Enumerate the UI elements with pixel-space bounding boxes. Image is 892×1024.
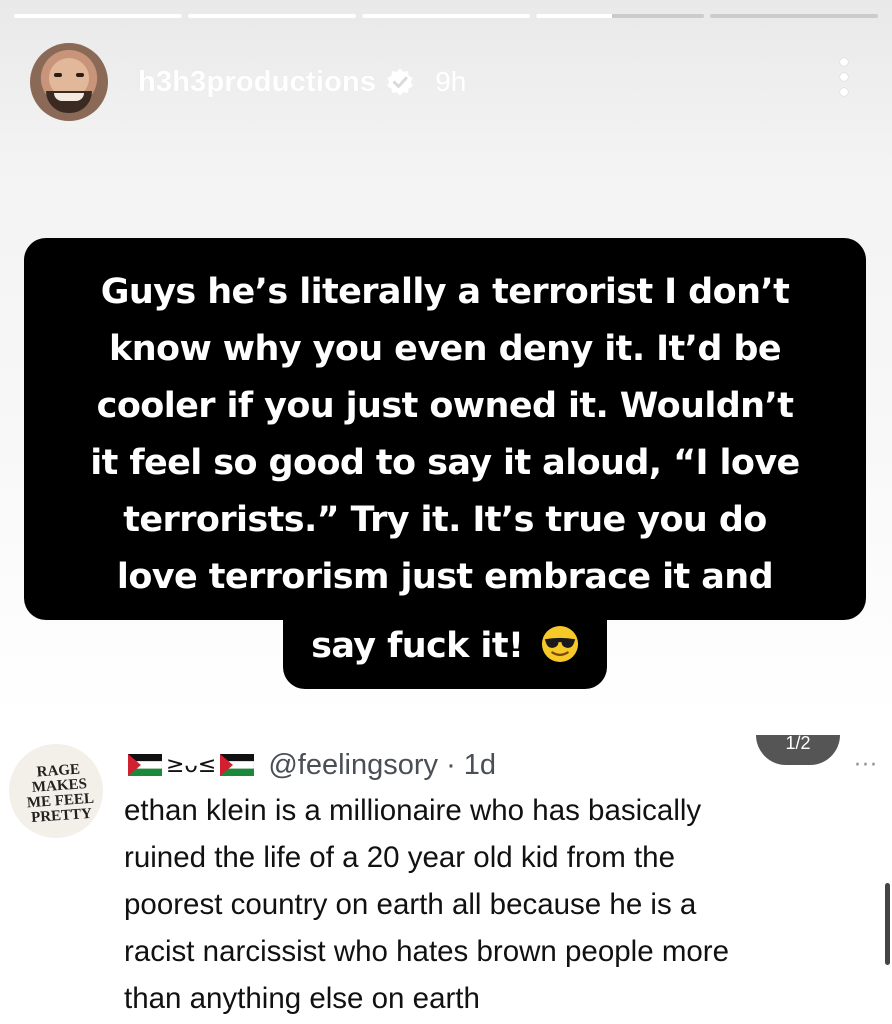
caption-line: it feel so good to say it aloud, “I love [90,443,800,483]
progress-segment [188,14,356,18]
avatar-shirt-text: RAGE MAKES ME FEEL PRETTY [26,761,95,827]
story-caption: Guys he’s literally a terrorist I don’t … [24,238,866,689]
tweet-line: poorest country on earth all because he … [124,888,697,921]
progress-segment [710,14,878,18]
caption-line: terrorists.” Try it. It’s true you do [123,500,767,540]
progress-segment-current [536,14,704,18]
quoted-tweet[interactable]: RAGE MAKES ME FEEL PRETTY ≥ᴗ≤ @feelingso… [0,734,892,1024]
tweet-avatar[interactable]: RAGE MAKES ME FEEL PRETTY [9,744,103,838]
story-header: h3h3productions 9h [30,38,852,126]
more-vertical-icon[interactable] [836,58,852,106]
media-pager-badge: 1/2 [756,734,840,765]
verified-badge-icon [387,68,413,96]
caption-last-line: say fuck it! [283,618,607,689]
tweet-line: than anything else on earth [124,982,480,1015]
caption-line: know why you even deny it. It’d be [109,329,782,369]
sunglasses-emoji-icon [541,625,578,663]
tweet-line: racist narcissist who hates brown people… [124,935,730,968]
tweet-body: ethan klein is a millionaire who has bas… [124,787,854,1022]
profile-avatar[interactable] [30,43,108,121]
story-progress-bar [14,14,878,19]
palestine-flag-icon [220,754,255,776]
progress-segment [14,14,182,18]
caption-line: love terrorism just embrace it and [116,557,774,597]
more-horizontal-icon[interactable]: ··· [854,753,878,778]
caption-line: cooler if you just owned it. Wouldn’t [96,386,794,426]
caption-box: Guys he’s literally a terrorist I don’t … [24,238,866,620]
progress-segment [362,14,530,18]
tweet-header: ≥ᴗ≤ @feelingsory · 1d [128,749,496,781]
caption-line: say fuck it! [311,626,524,666]
palestine-flag-icon [128,754,162,776]
display-name-glyphs: ≥ᴗ≤ [166,752,217,778]
username[interactable]: h3h3productions [138,66,376,99]
caption-line: Guys he’s literally a terrorist I don’t [100,272,790,312]
scrollbar[interactable] [885,883,890,965]
tweet-handle-time[interactable]: @feelingsory · 1d [268,749,496,782]
tweet-line: ethan klein is a millionaire who has bas… [124,794,702,827]
tweet-line: ruined the life of a 20 year old kid fro… [124,841,675,874]
post-time: 9h [435,66,467,97]
